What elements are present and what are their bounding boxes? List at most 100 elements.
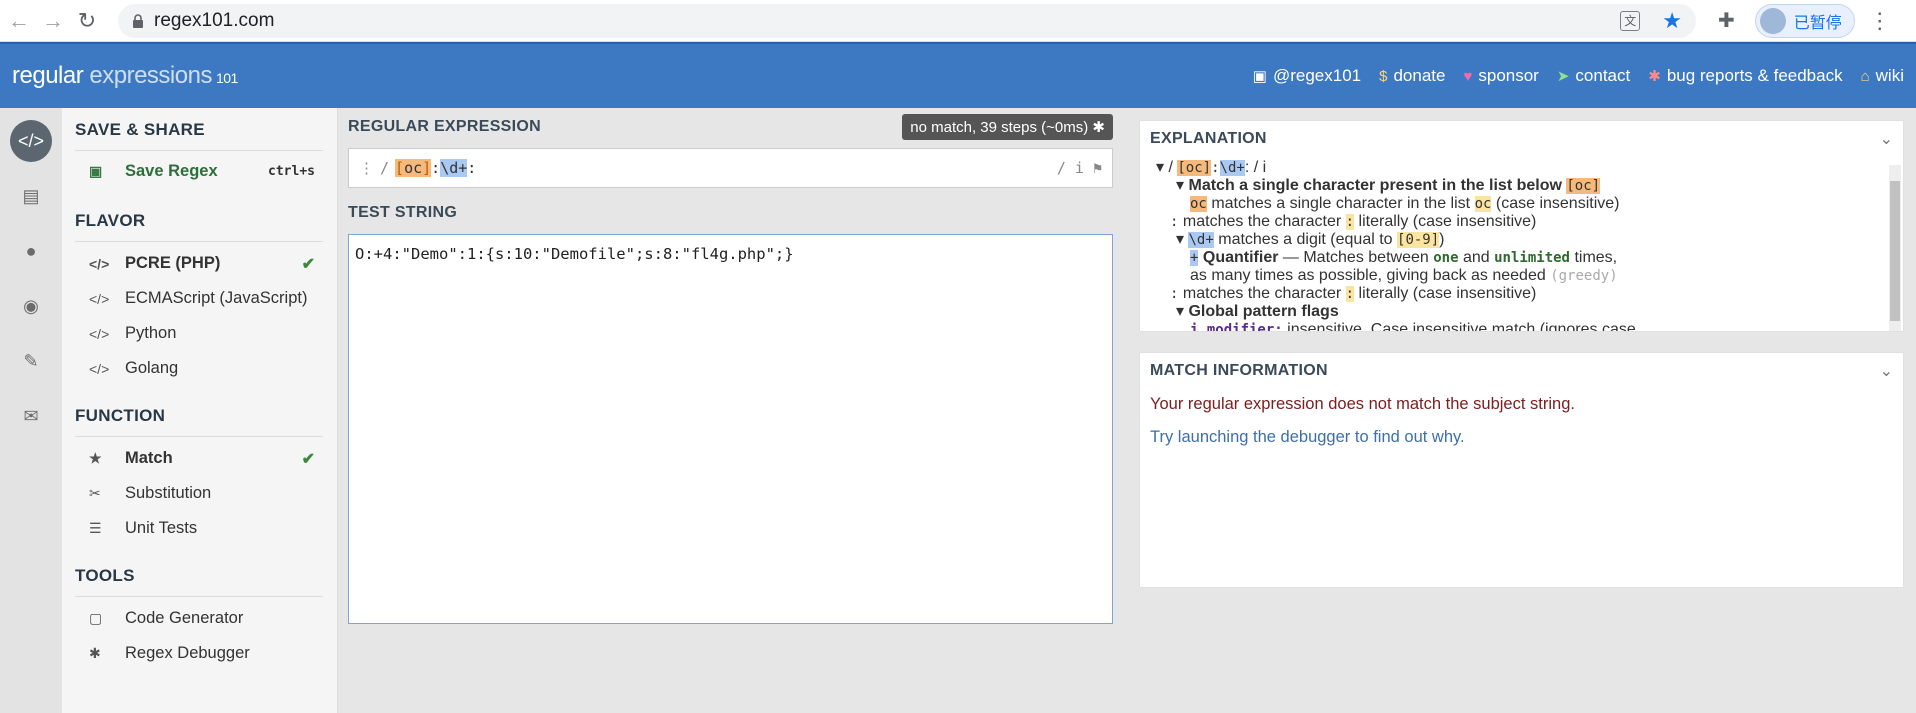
regex-pattern: [oc]:\d+: bbox=[395, 159, 476, 177]
code-editor-icon[interactable]: </> bbox=[10, 120, 52, 162]
account-icon[interactable]: ● bbox=[10, 230, 52, 272]
bug-icon: ✱ bbox=[1092, 119, 1105, 136]
leaf-text: matches the character bbox=[1182, 285, 1342, 302]
tool-code-generator[interactable]: ▢ Code Generator bbox=[75, 601, 323, 636]
node-code: [oc] bbox=[1566, 178, 1601, 194]
chevron-down-icon[interactable]: ⌄ bbox=[1880, 361, 1893, 381]
flavor-label: Golang bbox=[125, 359, 179, 377]
debugger-link[interactable]: Try launching the debugger to find out w… bbox=[1150, 428, 1893, 447]
scissors-icon: ✂ bbox=[89, 485, 101, 501]
sidebar: SAVE & SHARE ▣ Save Regex ctrl+s FLAVOR … bbox=[62, 108, 338, 713]
reload-icon[interactable]: ↻ bbox=[72, 6, 102, 36]
flags-text: / i bbox=[1056, 159, 1084, 177]
flag-icon[interactable]: ⚑ bbox=[1093, 159, 1102, 177]
bug-reports-link[interactable]: ✱ bug reports & feedback bbox=[1648, 66, 1842, 86]
leaf-text: literally (case insensitive) bbox=[1358, 213, 1537, 230]
test-string-text: O:+4:"Demo":1:{s:10:"Demofile";s:8:"fl4g… bbox=[355, 245, 794, 263]
profile-button[interactable]: 已暂停 bbox=[1754, 3, 1855, 38]
leaf-text: matches a single character in the list bbox=[1211, 195, 1471, 212]
regex-digit: \d+ bbox=[440, 159, 468, 177]
function-match[interactable]: ★ Match ✔ bbox=[75, 441, 323, 476]
save-regex-button[interactable]: ▣ Save Regex ctrl+s bbox=[75, 151, 323, 191]
root-digit: \d+ bbox=[1219, 160, 1245, 176]
flavor-python[interactable]: </> Python bbox=[75, 316, 323, 351]
donate-link[interactable]: $ donate bbox=[1379, 66, 1445, 86]
avatar bbox=[1759, 7, 1786, 34]
link-label: bug reports & feedback bbox=[1666, 66, 1843, 85]
bug-icon: ✱ bbox=[1648, 68, 1661, 85]
flavor-label: ECMAScript (JavaScript) bbox=[125, 289, 308, 307]
leaf-code: : bbox=[1345, 286, 1355, 302]
tree-node[interactable]: ▾ Global pattern flags bbox=[1156, 303, 1893, 321]
function-label: Match bbox=[125, 449, 173, 467]
link-label: sponsor bbox=[1478, 66, 1539, 85]
address-bar[interactable]: regex101.com 文 ★ bbox=[118, 3, 1696, 38]
translate-icon[interactable]: 文 bbox=[1620, 10, 1641, 31]
flavor-pcre[interactable]: </> PCRE (PHP) ✔ bbox=[75, 246, 323, 281]
tree-root[interactable]: ▾ / [oc]:\d+: / i bbox=[1156, 159, 1893, 177]
extensions-puzzle-icon[interactable]: ✚ bbox=[1718, 8, 1735, 33]
twitter-link[interactable]: ▣ @regex101 bbox=[1253, 66, 1361, 86]
quiz-gamepad-icon[interactable]: ◉ bbox=[10, 285, 52, 327]
right-panel: EXPLANATION ⌄ ▾ / [oc]:\d+: / i ▾ Match … bbox=[1124, 108, 1916, 713]
bookmark-star-icon[interactable]: ★ bbox=[1662, 8, 1682, 34]
scrollbar-thumb[interactable] bbox=[1890, 181, 1900, 321]
code-icon: </> bbox=[89, 325, 110, 342]
leaf-title: Quantifier bbox=[1202, 249, 1279, 266]
regex-flags[interactable]: / i ⚑ bbox=[1057, 159, 1102, 177]
link-label: @regex101 bbox=[1272, 66, 1362, 85]
leaf-code: : bbox=[1170, 214, 1179, 230]
chat-icon[interactable]: ✉ bbox=[10, 395, 52, 437]
twitter-icon: ▣ bbox=[1252, 68, 1267, 85]
site-logo[interactable]: regular expressions 101 bbox=[12, 62, 238, 90]
explanation-panel: EXPLANATION ⌄ ▾ / [oc]:\d+: / i ▾ Match … bbox=[1139, 120, 1904, 332]
explanation-title: EXPLANATION bbox=[1150, 130, 1267, 147]
match-info-title: MATCH INFORMATION bbox=[1150, 362, 1328, 379]
leaf-text: insensitive. Case insensitive match (ign… bbox=[1287, 321, 1636, 332]
leaf-text: and bbox=[1462, 249, 1490, 266]
regex-delimiter: / bbox=[380, 159, 390, 177]
code-icon: </> bbox=[89, 255, 110, 272]
regex-input[interactable]: ⋮ / [oc]:\d+: / i ⚑ bbox=[348, 148, 1113, 188]
tree-node[interactable]: ▾ Match a single character present in th… bbox=[1156, 177, 1893, 195]
profile-status-label: 已暂停 bbox=[1793, 14, 1842, 32]
tree-node[interactable]: ▾ \d+ matches a digit (equal to [0-9]) bbox=[1156, 231, 1893, 249]
site-header: regular expressions 101 ▣ @regex101 $ donat… bbox=[0, 42, 1916, 108]
leaf-text: as many times as possible, giving back a… bbox=[1190, 267, 1546, 284]
chevron-down-icon[interactable]: ⌄ bbox=[1880, 129, 1893, 149]
sponsor-link[interactable]: ♥ sponsor bbox=[1463, 66, 1538, 86]
drag-handle-icon[interactable]: ⋮ bbox=[359, 159, 374, 177]
back-arrow-icon[interactable]: ← bbox=[4, 6, 34, 36]
browser-menu-icon[interactable]: ⋮ bbox=[1869, 8, 1891, 34]
tool-regex-debugger[interactable]: ✱ Regex Debugger bbox=[75, 636, 323, 671]
forward-arrow-icon[interactable]: → bbox=[38, 6, 68, 36]
wiki-link[interactable]: ⌂ wiki bbox=[1861, 66, 1904, 86]
leaf-code: (greedy) bbox=[1550, 268, 1618, 284]
paper-plane-icon: ➤ bbox=[1556, 68, 1570, 85]
flavor-golang[interactable]: </> Golang bbox=[75, 351, 323, 386]
tool-label: Code Generator bbox=[125, 609, 244, 627]
explanation-scrollbar[interactable] bbox=[1889, 165, 1901, 331]
regex-colon: : bbox=[467, 159, 477, 177]
flavor-ecmascript[interactable]: </> ECMAScript (JavaScript) bbox=[75, 281, 323, 316]
code-icon: </> bbox=[89, 290, 110, 307]
library-book-icon[interactable]: ▤ bbox=[10, 175, 52, 217]
save-share-title: SAVE & SHARE bbox=[75, 120, 323, 151]
function-unit-tests[interactable]: ☰ Unit Tests bbox=[75, 511, 323, 546]
save-regex-label: Save Regex bbox=[125, 161, 218, 180]
test-string-input[interactable]: O:+4:"Demo":1:{s:10:"Demofile";s:8:"fl4g… bbox=[348, 234, 1113, 624]
url-text[interactable]: regex101.com bbox=[154, 10, 1620, 32]
test-string-label: TEST STRING bbox=[348, 204, 458, 221]
node-text: ) bbox=[1439, 231, 1445, 248]
settings-wrench-icon[interactable]: ✎ bbox=[10, 340, 52, 382]
function-substitution[interactable]: ✂ Substitution bbox=[75, 476, 323, 511]
tree-leaf: : matches the character : literally (cas… bbox=[1156, 285, 1893, 303]
root-suffix: : / i bbox=[1244, 159, 1267, 176]
tree-leaf: + Quantifier — Matches between one and u… bbox=[1156, 249, 1893, 267]
match-information-panel: MATCH INFORMATION ⌄ Your regular express… bbox=[1139, 352, 1904, 588]
leaf-text: — Matches between bbox=[1282, 249, 1429, 266]
regex-label: REGULAR EXPRESSION bbox=[348, 118, 541, 135]
contact-link[interactable]: ➤ contact bbox=[1557, 66, 1630, 86]
root-class: [oc] bbox=[1177, 160, 1212, 176]
leaf-code: + bbox=[1190, 250, 1199, 266]
